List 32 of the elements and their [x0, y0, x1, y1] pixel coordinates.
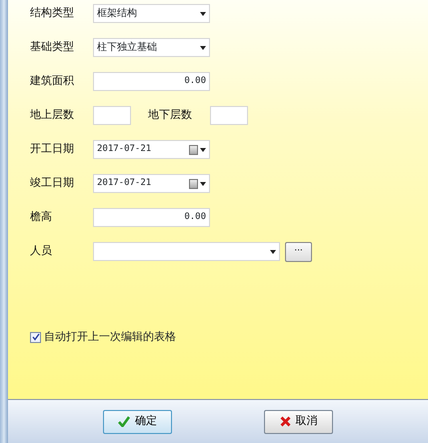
- input-field[interactable]: 0.00: [93, 208, 210, 227]
- caret-icon: [200, 12, 206, 16]
- dropdown-field[interactable]: 框架结构: [93, 4, 210, 23]
- field-label: 竣工日期: [30, 175, 75, 192]
- field-label: 基础类型: [30, 39, 75, 56]
- field-label: 建筑面积: [30, 73, 75, 90]
- date-field[interactable]: 2017-07-21: [93, 140, 210, 159]
- input-field[interactable]: 0.00: [93, 72, 210, 91]
- dropdown-field[interactable]: [93, 242, 280, 261]
- field-label: 人员: [30, 243, 53, 260]
- caret-icon: [200, 46, 206, 50]
- browse-button[interactable]: ···: [285, 242, 312, 262]
- cancel-button[interactable]: 取消: [264, 410, 333, 434]
- caret-icon: [200, 182, 206, 186]
- caret-icon: [270, 250, 276, 254]
- close-icon: [280, 416, 290, 427]
- field-label: 地上层数: [30, 107, 75, 124]
- dropdown-field[interactable]: 柱下独立基础: [93, 38, 210, 57]
- input-field[interactable]: [210, 106, 248, 125]
- field-label: 地下层数: [148, 107, 193, 124]
- calendar-icon: [189, 144, 198, 154]
- field-label: 檐高: [30, 209, 53, 226]
- calendar-icon: [189, 178, 198, 188]
- checkbox[interactable]: [30, 332, 41, 343]
- ok-button[interactable]: 确定: [103, 410, 172, 434]
- field-label: 结构类型: [30, 5, 75, 22]
- checkbox-label: 自动打开上一次编辑的表格: [44, 329, 176, 345]
- date-field[interactable]: 2017-07-21: [93, 174, 210, 193]
- input-field[interactable]: [93, 106, 131, 125]
- check-icon: [118, 416, 130, 427]
- caret-icon: [200, 148, 206, 152]
- field-label: 开工日期: [30, 141, 75, 158]
